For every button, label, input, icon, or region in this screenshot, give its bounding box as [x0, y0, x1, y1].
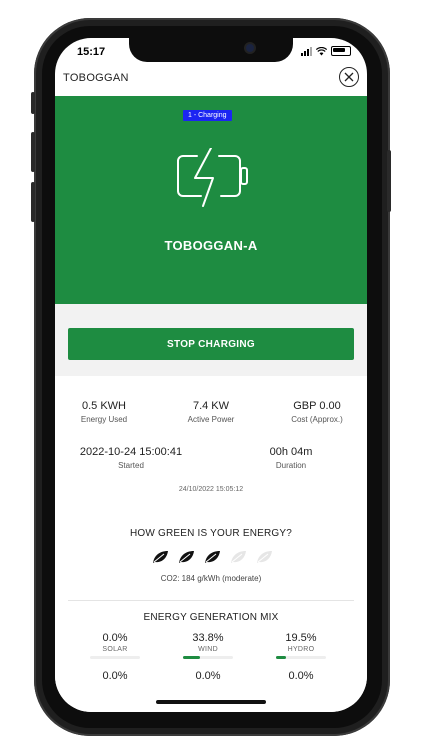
energy-used-value: 0.5 KWH [81, 400, 126, 412]
wifi-icon [316, 46, 327, 55]
volume-up-button [31, 132, 35, 172]
home-indicator[interactable] [156, 700, 266, 704]
camera-icon [246, 44, 254, 52]
notch [129, 38, 293, 62]
app-screen: 15:17 TOBOGGAN 1 - Charging TOBOGGAN-A S… [55, 38, 367, 712]
energy-used-label: Energy Used [80, 415, 128, 424]
mix-source-percent: 0.0% [102, 632, 128, 644]
green-energy-section: HOW GREEN IS YOUR ENERGY? CO2: 184 g/kWh… [55, 512, 367, 602]
duration-value: 00h 04m [269, 446, 313, 458]
volume-down-button [31, 182, 35, 222]
leaf-icon [257, 551, 272, 563]
power-button [387, 150, 391, 212]
co2-intensity: CO2: 184 g/kWh (moderate) [160, 574, 262, 583]
duration-stat: 00h 04m Duration [251, 446, 331, 470]
charger-name: TOBOGGAN-A [164, 238, 258, 253]
cost-value: GBP 0.00 [293, 400, 341, 412]
mix-source-name: WIND [198, 646, 218, 653]
app-header: TOBOGGAN [55, 62, 367, 96]
close-button[interactable] [339, 67, 359, 87]
started-value: 2022-10-24 15:00:41 [79, 446, 183, 458]
mix-source-percent: 19.5% [285, 632, 317, 644]
mix-source-percent: 33.8% [192, 632, 224, 644]
started-stat: 2022-10-24 15:00:41 Started [67, 446, 195, 470]
silent-switch [31, 92, 35, 114]
cost-stat: GBP 0.00 Cost (Approx.) [277, 400, 357, 424]
active-power-label: Active Power [187, 415, 235, 424]
mix-source-bar [183, 656, 233, 659]
mix-source-lower-value: 0.0% [102, 670, 128, 682]
charging-hero: 1 - Charging TOBOGGAN-A [55, 96, 367, 304]
battery-charging-icon [177, 148, 248, 207]
active-power-value: 7.4 KW [192, 400, 230, 412]
last-updated-timestamp: 24/10/2022 15:05:12 [178, 486, 244, 493]
duration-label: Duration [275, 461, 307, 470]
mix-source-hydro: 19.5% HYDRO 0.0% [261, 632, 341, 682]
mix-source-wind: 33.8% WIND 0.0% [168, 632, 248, 682]
leaf-icon [231, 551, 246, 563]
mix-source-lower-value: 0.0% [288, 670, 314, 682]
divider [68, 600, 354, 601]
mix-source-bar [276, 656, 326, 659]
session-stats: 0.5 KWH Energy Used 7.4 KW Active Power … [55, 376, 367, 512]
mix-source-name: SOLAR [102, 646, 128, 653]
stop-charging-button[interactable]: STOP CHARGING [68, 328, 354, 360]
active-power-stat: 7.4 KW Active Power [171, 400, 251, 424]
battery-status-icon [331, 46, 351, 56]
mix-source-name: HYDRO [287, 646, 315, 653]
leaf-icon [205, 551, 220, 563]
green-rating [151, 550, 273, 564]
green-energy-title: HOW GREEN IS YOUR ENERGY? [129, 528, 293, 539]
mix-source-bar-fill [183, 656, 200, 659]
close-icon [344, 72, 354, 82]
status-badge: 1 - Charging [183, 110, 232, 121]
mix-source-solar: 0.0% SOLAR 0.0% [75, 632, 155, 682]
status-time: 15:17 [77, 46, 106, 58]
generation-mix-section: ENERGY GENERATION MIX 0.0% SOLAR 0.0% 33… [55, 602, 367, 712]
page-title: TOBOGGAN [63, 72, 129, 84]
signal-icon [301, 46, 312, 56]
energy-used-stat: 0.5 KWH Energy Used [69, 400, 139, 424]
leaf-icon [179, 551, 194, 563]
generation-mix-title: ENERGY GENERATION MIX [143, 612, 279, 623]
started-label: Started [118, 461, 144, 470]
mix-source-bar-fill [276, 656, 286, 659]
status-icons [301, 46, 351, 56]
action-area: STOP CHARGING [55, 304, 367, 376]
leaf-icon [153, 551, 168, 563]
cost-label: Cost (Approx.) [291, 415, 343, 424]
mix-source-lower-value: 0.0% [195, 670, 221, 682]
mix-source-bar [90, 656, 140, 659]
